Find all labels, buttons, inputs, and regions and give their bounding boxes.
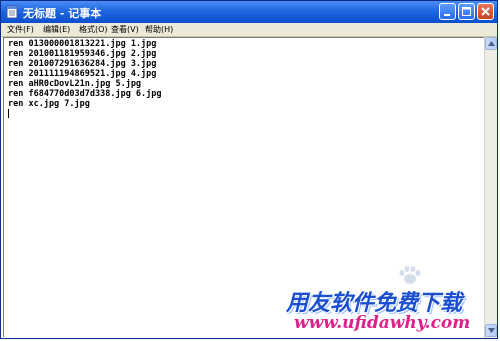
scroll-up-button[interactable] [485, 37, 497, 50]
menu-edit[interactable]: 编辑(E) [43, 23, 70, 36]
text-line: ren 013000001813221.jpg 1.jpg [8, 39, 157, 49]
watermark-url: www.ufidawhy.com [294, 313, 471, 333]
text-line: ren 201007291636284.jpg 3.jpg [8, 59, 157, 69]
caret-line [8, 109, 162, 119]
notepad-window: 无标题 - 记事本 文件(F) 编辑(E) 格式(O) 查看(V) 帮助(H) [0, 0, 498, 339]
text-line: ren 201111194869521.jpg 4.jpg [8, 69, 157, 79]
menu-bar: 文件(F) 编辑(E) 格式(O) 查看(V) 帮助(H) [1, 23, 497, 37]
menu-view[interactable]: 查看(V) [111, 23, 139, 36]
scroll-up-icon [488, 41, 495, 46]
text-line: ren aHR0cDovL21n.jpg 5.jpg [8, 79, 142, 89]
maximize-button[interactable] [458, 3, 475, 20]
watermark: 用友软件免费下载 www.ufidawhy.com [286, 285, 498, 337]
minimize-icon [444, 14, 450, 16]
close-button[interactable] [477, 3, 494, 20]
text-caret [8, 109, 9, 118]
text-lines: ren 013000001813221.jpg 1.jpg ren 201001… [8, 39, 162, 119]
title-bar[interactable]: 无标题 - 记事本 [1, 1, 497, 23]
text-line: ren 201001181959346.jpg 2.jpg [8, 49, 157, 59]
baidu-paw-icon [399, 266, 421, 284]
menu-file[interactable]: 文件(F) [7, 23, 34, 36]
minimize-button[interactable] [439, 3, 456, 20]
menu-help[interactable]: 帮助(H) [145, 23, 173, 36]
close-icon [481, 7, 490, 16]
window-title: 无标题 - 记事本 [23, 7, 102, 20]
menu-format[interactable]: 格式(O) [79, 23, 108, 36]
maximize-icon [462, 7, 471, 16]
text-line: ren xc.jpg 7.jpg [8, 99, 90, 109]
notepad-icon [6, 5, 18, 19]
text-line: ren f684770d03d7d338.jpg 6.jpg [8, 89, 162, 99]
